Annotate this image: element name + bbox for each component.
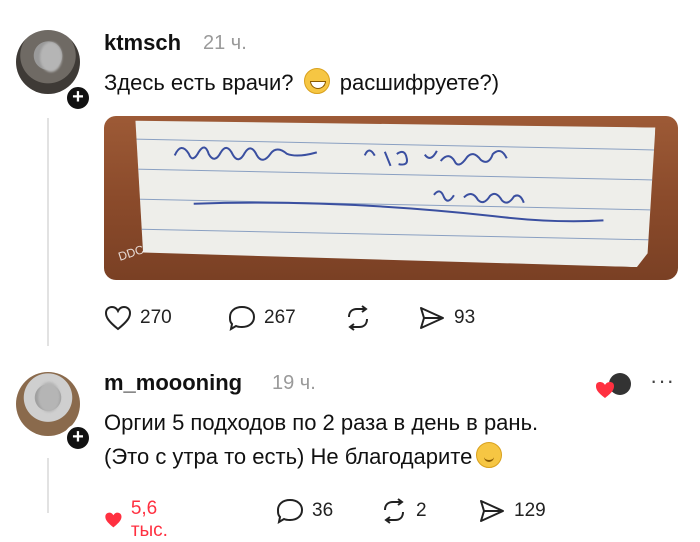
like-button[interactable]: 5,6 тыс. <box>104 498 177 542</box>
comment-icon <box>228 305 256 331</box>
username[interactable]: ktmsch <box>104 30 181 56</box>
comment-button[interactable]: 36 <box>276 498 333 524</box>
liked-by-author-icon <box>596 373 631 398</box>
post-text-part2: расшифруете?) <box>339 70 500 95</box>
repost-icon <box>348 305 368 331</box>
handwritten-note <box>133 117 656 268</box>
comment-line2: (Это с утра то есть) Не благодарите <box>104 440 538 474</box>
comment-count: 36 <box>312 500 334 521</box>
comment-text: Оргии 5 подходов по 2 раза в день в рань… <box>104 406 538 474</box>
share-count: 129 <box>514 500 546 521</box>
relieved-face-icon <box>476 442 503 468</box>
like-button[interactable]: 270 <box>104 305 172 331</box>
thread-line <box>47 458 49 513</box>
post-time: 19 ч. <box>272 372 316 394</box>
like-count: 270 <box>140 307 172 328</box>
avatar[interactable] <box>16 30 80 94</box>
handwriting-scribble <box>133 117 656 268</box>
like-count: 5,6 тыс. <box>130 498 168 541</box>
post-m-moooning: + m_moooning 19 ч. ··· Оргии 5 подходов … <box>0 350 700 541</box>
post-time: 21 ч. <box>203 32 247 54</box>
post-text-part1: Здесь есть врачи? <box>104 70 294 95</box>
share-count: 93 <box>454 307 476 328</box>
grinning-face-icon <box>303 68 330 94</box>
comment-button[interactable]: 267 <box>228 305 296 331</box>
post-ktmsch: + ktmsch 21 ч. Здесь есть врачи? расшифр… <box>0 0 700 350</box>
blurred-face <box>40 42 62 72</box>
share-button[interactable]: 129 <box>478 498 546 524</box>
comment-count: 267 <box>264 307 296 328</box>
username[interactable]: m_moooning <box>104 370 242 396</box>
repost-icon <box>384 498 404 524</box>
comment-line1: Оргии 5 подходов по 2 раза в день в рань… <box>104 410 539 435</box>
comment-icon <box>276 498 304 524</box>
repost-button[interactable]: 2 <box>380 498 427 524</box>
repost-count: 2 <box>416 500 427 521</box>
heart-filled-icon <box>105 512 122 528</box>
post-text: Здесь есть врачи? расшифруете?) <box>104 66 499 100</box>
follow-plus-icon[interactable]: + <box>64 84 92 112</box>
share-icon <box>420 307 444 329</box>
post-image[interactable]: DDC <box>104 116 678 280</box>
share-button[interactable]: 93 <box>418 305 475 331</box>
heart-icon <box>104 305 132 331</box>
blurred-face <box>38 382 60 412</box>
share-icon <box>480 500 504 522</box>
repost-button[interactable] <box>344 305 372 331</box>
thread-line <box>47 118 49 346</box>
image-watermark: DDC <box>116 242 146 264</box>
comment-line2-text: (Это с утра то есть) Не благодарите <box>104 444 473 469</box>
follow-plus-icon[interactable]: + <box>64 424 92 452</box>
more-options-icon[interactable]: ··· <box>650 368 675 394</box>
